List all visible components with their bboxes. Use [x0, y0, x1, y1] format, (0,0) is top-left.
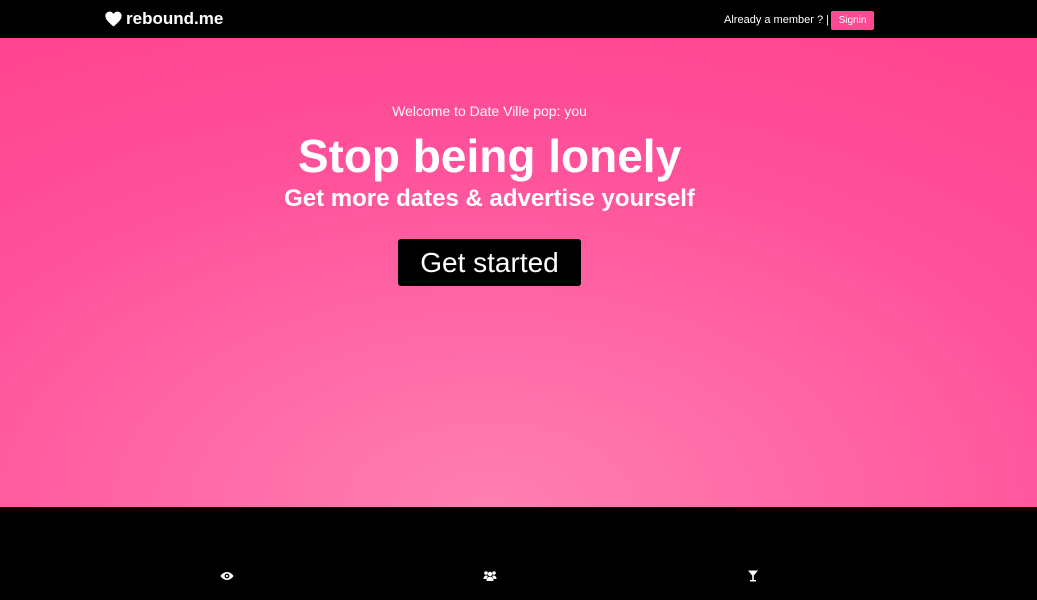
hero-title: Stop being lonely	[297, 130, 682, 182]
hero-welcome-text: Welcome to Date Ville pop: you	[392, 103, 587, 119]
cocktail-icon	[748, 570, 758, 582]
group-icon	[483, 571, 497, 581]
brand-name: rebound.me	[126, 9, 224, 28]
signin-button[interactable]: Signin	[831, 11, 874, 30]
brand-logo-link[interactable]: rebound.me	[105, 9, 223, 29]
eye-icon	[220, 572, 234, 580]
heart-icon	[105, 11, 122, 27]
features-section	[0, 507, 1037, 600]
already-member-text: Already a member ? |	[724, 14, 829, 26]
hero-subtitle: Get more dates & advertise yourself	[284, 185, 695, 212]
top-navbar: rebound.me Already a member ? | Signin	[0, 0, 1037, 38]
get-started-button[interactable]: Get started	[398, 239, 581, 286]
hero-section: Welcome to Date Ville pop: you Stop bein…	[0, 38, 1037, 507]
